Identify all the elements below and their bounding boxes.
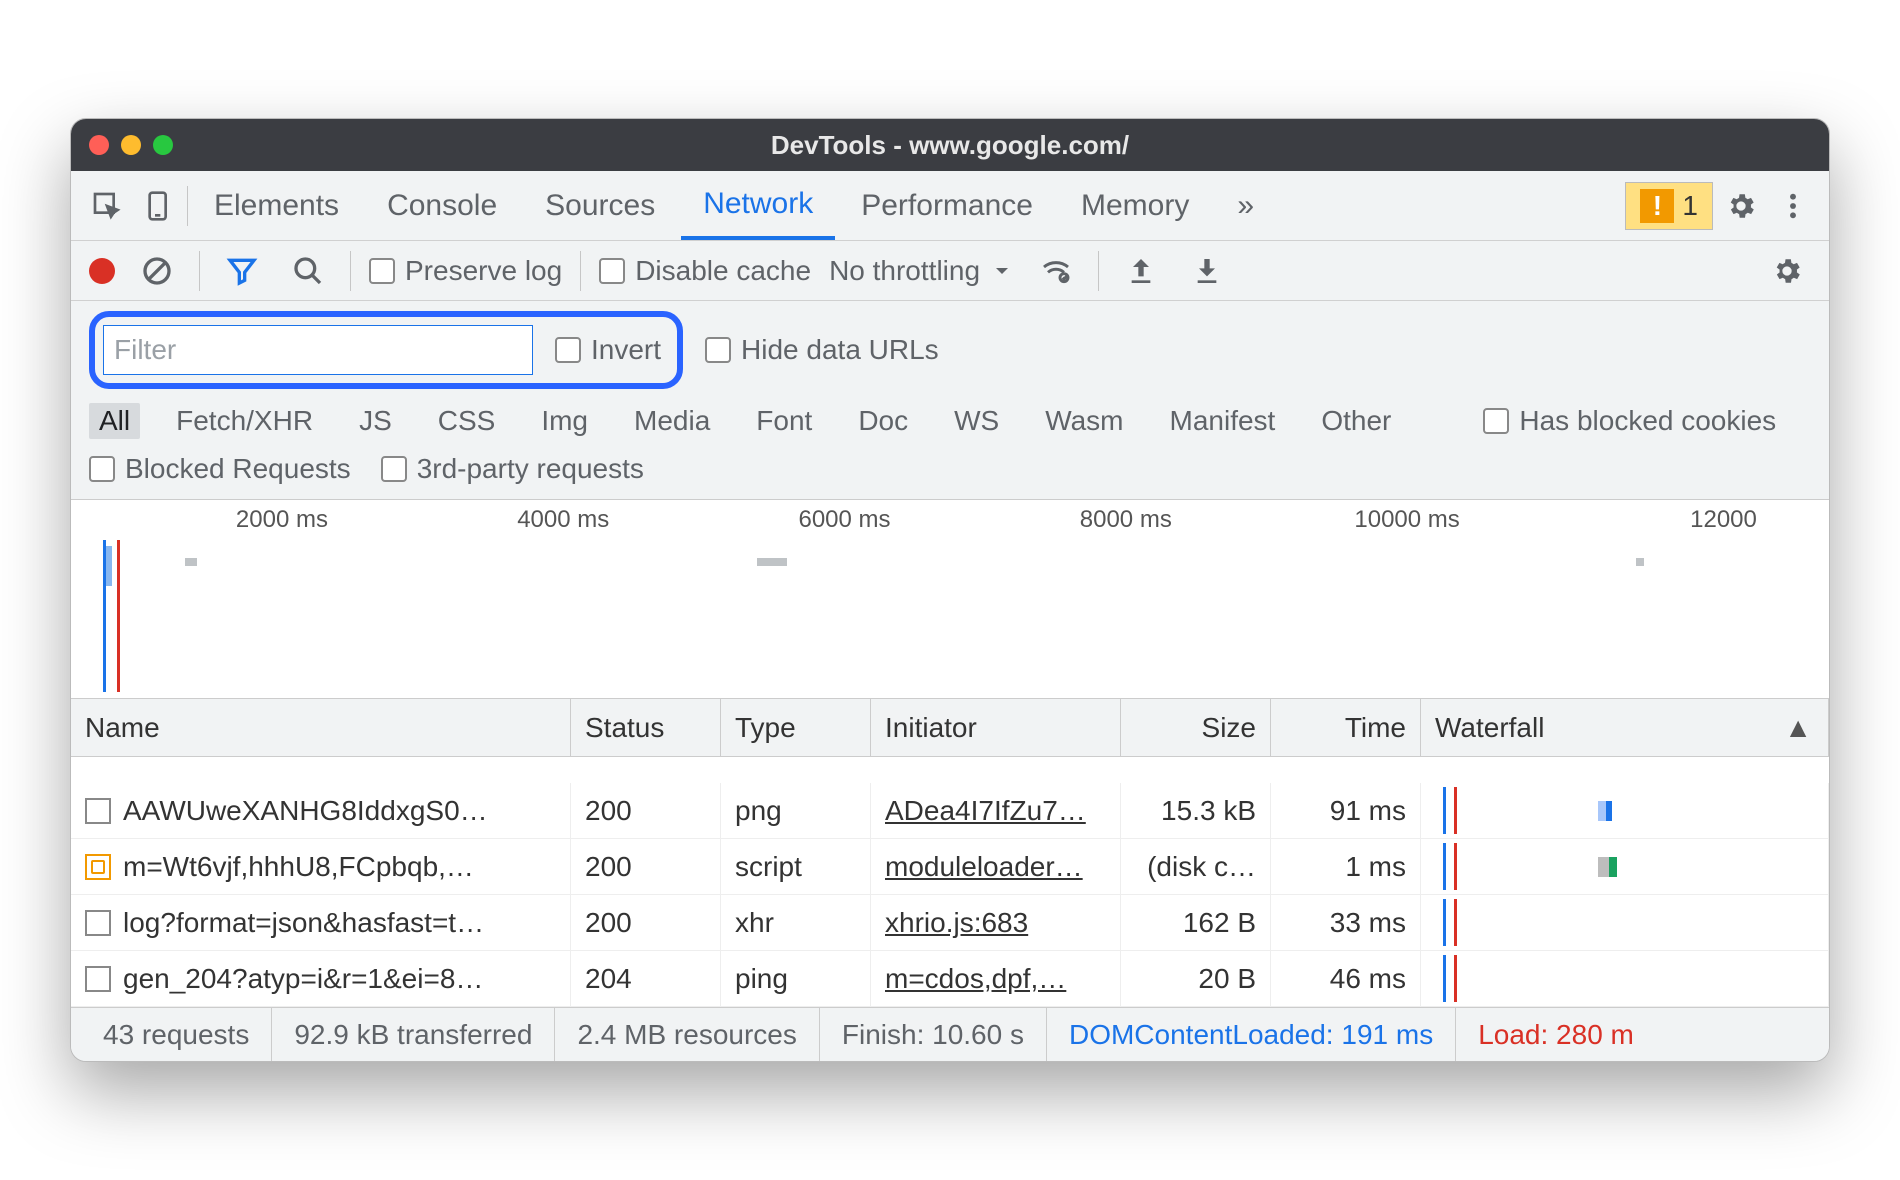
status-bar: 43 requests 92.9 kB transferred 2.4 MB r… bbox=[71, 1007, 1829, 1061]
chevron-down-icon bbox=[990, 259, 1014, 283]
preserve-log-checkbox[interactable]: Preserve log bbox=[369, 255, 562, 287]
type-other[interactable]: Other bbox=[1311, 403, 1401, 439]
window-title: DevTools - www.google.com/ bbox=[71, 130, 1829, 161]
type-font[interactable]: Font bbox=[746, 403, 822, 439]
col-status[interactable]: Status bbox=[571, 699, 721, 756]
type-wasm[interactable]: Wasm bbox=[1035, 403, 1133, 439]
timeline-overview[interactable]: 2000 ms 4000 ms 6000 ms 8000 ms 10000 ms… bbox=[71, 499, 1829, 699]
table-row[interactable]: m=Wt6vjf,hhhU8,FCpbqb,… 200 script modul… bbox=[71, 839, 1829, 895]
tab-sources[interactable]: Sources bbox=[523, 171, 677, 240]
device-toolbar-icon[interactable] bbox=[135, 182, 183, 230]
type-manifest[interactable]: Manifest bbox=[1160, 403, 1286, 439]
titlebar: DevTools - www.google.com/ bbox=[71, 119, 1829, 171]
timeline-tick: 10000 ms bbox=[1354, 506, 1459, 534]
table-row[interactable]: AAWUweXANHG8IddxgS0… 200 png ADea4I7IfZu… bbox=[71, 783, 1829, 839]
disable-cache-checkbox[interactable]: Disable cache bbox=[599, 255, 811, 287]
file-icon bbox=[85, 966, 111, 992]
col-time[interactable]: Time bbox=[1271, 699, 1421, 756]
tab-network[interactable]: Network bbox=[681, 171, 835, 240]
throttling-select[interactable]: No throttling bbox=[829, 255, 1014, 287]
col-type[interactable]: Type bbox=[721, 699, 871, 756]
table-row[interactable]: gen_204?atyp=i&r=1&ei=8… 204 ping m=cdos… bbox=[71, 951, 1829, 1007]
network-conditions-icon[interactable] bbox=[1032, 247, 1080, 295]
hide-data-urls-checkbox[interactable]: Hide data URLs bbox=[705, 334, 939, 366]
type-css[interactable]: CSS bbox=[428, 403, 506, 439]
filter-input[interactable]: Filter bbox=[103, 325, 533, 375]
download-har-icon[interactable] bbox=[1183, 247, 1231, 295]
panel-settings-icon[interactable] bbox=[1763, 247, 1811, 295]
status-transferred: 92.9 kB transferred bbox=[272, 1008, 555, 1061]
col-waterfall[interactable]: Waterfall▲ bbox=[1421, 699, 1829, 756]
third-party-checkbox[interactable]: 3rd-party requests bbox=[381, 453, 644, 485]
status-domcontentloaded: DOMContentLoaded: 191 ms bbox=[1047, 1008, 1456, 1061]
record-button[interactable] bbox=[89, 258, 115, 284]
type-media[interactable]: Media bbox=[624, 403, 720, 439]
filter-toggle-icon[interactable] bbox=[218, 247, 266, 295]
tab-elements[interactable]: Elements bbox=[192, 171, 361, 240]
type-ws[interactable]: WS bbox=[944, 403, 1009, 439]
kebab-menu-icon[interactable] bbox=[1769, 182, 1817, 230]
filter-highlight: Filter Invert bbox=[89, 311, 683, 389]
network-toolbar: Preserve log Disable cache No throttling bbox=[71, 241, 1829, 301]
invert-checkbox[interactable]: Invert bbox=[555, 334, 661, 366]
tab-memory[interactable]: Memory bbox=[1059, 171, 1211, 240]
file-icon bbox=[85, 854, 111, 880]
warnings-badge[interactable]: !1 bbox=[1625, 182, 1713, 230]
table-row[interactable]: log?format=json&hasfast=t… 200 xhr xhrio… bbox=[71, 895, 1829, 951]
request-table-body: AAWUweXANHG8IddxgS0… 200 png ADea4I7IfZu… bbox=[71, 757, 1829, 1007]
filter-bar: Filter Invert Hide data URLs bbox=[71, 301, 1829, 399]
col-size[interactable]: Size bbox=[1121, 699, 1271, 756]
type-fetch-xhr[interactable]: Fetch/XHR bbox=[166, 403, 323, 439]
file-icon bbox=[85, 910, 111, 936]
type-all[interactable]: All bbox=[89, 403, 140, 439]
type-doc[interactable]: Doc bbox=[848, 403, 918, 439]
type-js[interactable]: JS bbox=[349, 403, 402, 439]
status-requests: 43 requests bbox=[81, 1008, 272, 1061]
col-name[interactable]: Name bbox=[71, 699, 571, 756]
tab-console[interactable]: Console bbox=[365, 171, 519, 240]
panel-tabs: Elements Console Sources Network Perform… bbox=[71, 171, 1829, 241]
type-filters: All Fetch/XHR JS CSS Img Media Font Doc … bbox=[71, 399, 1829, 447]
search-icon[interactable] bbox=[284, 247, 332, 295]
timeline-tick: 8000 ms bbox=[1080, 506, 1172, 534]
col-initiator[interactable]: Initiator bbox=[871, 699, 1121, 756]
timeline-tick: 6000 ms bbox=[798, 506, 890, 534]
tab-performance[interactable]: Performance bbox=[839, 171, 1055, 240]
settings-icon[interactable] bbox=[1717, 182, 1765, 230]
timeline-tick: 2000 ms bbox=[236, 506, 328, 534]
tabs-overflow[interactable]: » bbox=[1215, 171, 1276, 240]
file-icon bbox=[85, 798, 111, 824]
timeline-tick: 4000 ms bbox=[517, 506, 609, 534]
clear-icon[interactable] bbox=[133, 247, 181, 295]
sort-ascending-icon: ▲ bbox=[1784, 712, 1812, 744]
status-load: Load: 280 m bbox=[1456, 1008, 1656, 1061]
inspect-element-icon[interactable] bbox=[83, 182, 131, 230]
request-table-header: Name Status Type Initiator Size Time Wat… bbox=[71, 699, 1829, 757]
status-finish: Finish: 10.60 s bbox=[820, 1008, 1047, 1061]
timeline-tick: 12000 bbox=[1690, 506, 1757, 534]
devtools-window: DevTools - www.google.com/ Elements Cons… bbox=[70, 118, 1830, 1062]
blocked-requests-checkbox[interactable]: Blocked Requests bbox=[89, 453, 351, 485]
upload-har-icon[interactable] bbox=[1117, 247, 1165, 295]
type-img[interactable]: Img bbox=[531, 403, 598, 439]
status-resources: 2.4 MB resources bbox=[555, 1008, 819, 1061]
has-blocked-cookies-checkbox[interactable]: Has blocked cookies bbox=[1483, 405, 1776, 437]
